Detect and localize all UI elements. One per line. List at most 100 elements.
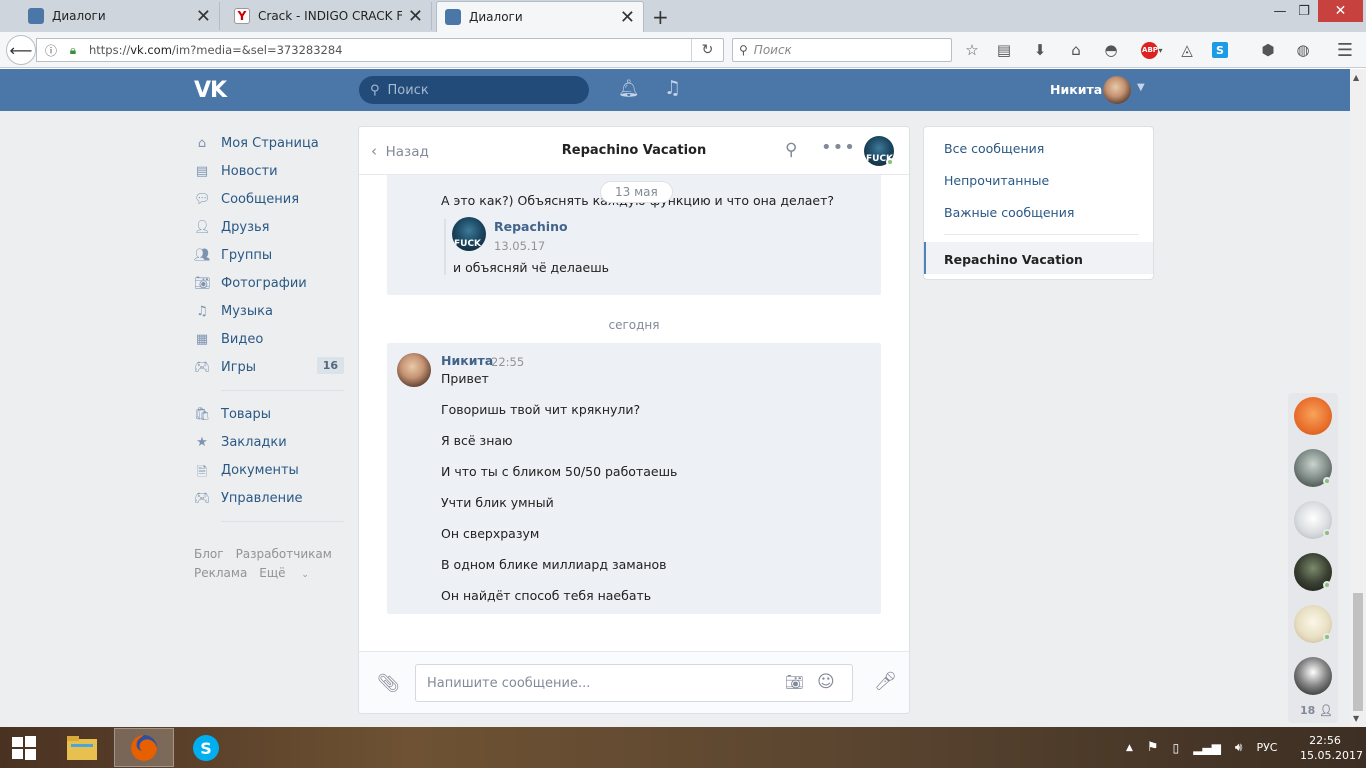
user-name[interactable]: Никита [1050, 82, 1102, 97]
taskbar-skype[interactable]: S [176, 728, 236, 767]
reading-list-icon[interactable]: ▤ [994, 40, 1014, 60]
forwarded-avatar[interactable]: FUCK [452, 217, 486, 251]
vpn-icon[interactable]: ⬢ [1258, 40, 1278, 60]
nav-item-video[interactable]: ▦ Видео [194, 325, 344, 353]
minimize-icon[interactable]: — [1268, 0, 1292, 22]
star-icon[interactable]: ☆ [962, 40, 982, 60]
nav-item-news[interactable]: ▤ Новости [194, 157, 344, 185]
video-icon: ▦ [195, 332, 209, 347]
menu-item-active-chat[interactable]: Repachino Vacation [924, 242, 1153, 274]
fast-chat-avatar[interactable] [1294, 397, 1332, 435]
back-button[interactable]: ⟵ [6, 35, 36, 65]
browser-tab-bar: Диалоги ✕ Y Crack - INDIGO CRACK FREE ✕ … [0, 0, 1366, 32]
taskbar-firefox[interactable] [114, 728, 174, 767]
vk-favicon-icon [445, 9, 461, 25]
close-icon[interactable]: ✕ [196, 6, 211, 27]
message-author[interactable]: Никита [441, 353, 493, 368]
menu-item-important[interactable]: Важные сообщения [944, 205, 1074, 220]
menu-item-unread[interactable]: Непрочитанные [944, 173, 1049, 188]
close-icon[interactable]: ✕ [408, 6, 423, 27]
nav-item-documents[interactable]: 🗎︎ Документы [194, 456, 344, 484]
url-host: vk.com [130, 43, 172, 57]
adblock-icon[interactable]: ABP ▾ [1138, 40, 1166, 60]
music-icon: ♫ [196, 304, 208, 319]
manage-icon: 🎮︎ [194, 491, 211, 506]
search-icon: ⚲ [370, 82, 380, 98]
window-close-icon[interactable]: ✕ [1318, 0, 1363, 22]
start-button[interactable] [0, 728, 48, 767]
chevron-down-icon[interactable]: ▼ [1137, 82, 1145, 93]
home-icon: ⌂ [197, 136, 207, 151]
camera-icon[interactable]: 📷︎ [785, 673, 804, 691]
reload-icon[interactable]: ↻ [691, 39, 723, 61]
microphone-icon[interactable]: 🎤︎ [874, 671, 897, 692]
date-separator: сегодня [608, 318, 660, 332]
menu-icon[interactable]: ☰ [1335, 40, 1355, 61]
signal-icon[interactable]: ▂▄▆ [1193, 741, 1221, 755]
nav-divider [221, 521, 344, 522]
maximize-icon[interactable]: ❐ [1292, 0, 1316, 22]
scroll-down-icon[interactable]: ▼ [1353, 714, 1359, 723]
url-bar[interactable]: ⓘ 🔒︎ https://vk.com/im?media=&sel=373283… [36, 38, 724, 62]
footer-link-ads[interactable]: Реклама [194, 566, 247, 580]
download-icon[interactable]: ⬇ [1030, 40, 1050, 60]
footer-link-blog[interactable]: Блог [194, 547, 224, 561]
flag-icon[interactable]: ⚑ [1147, 740, 1159, 755]
message-time[interactable]: 22:55 [491, 355, 524, 369]
author-avatar[interactable] [397, 353, 431, 387]
browser-tab[interactable]: Y Crack - INDIGO CRACK FREE ✕ [226, 2, 432, 30]
taskbar-explorer[interactable] [52, 728, 112, 767]
nav-item-messages[interactable]: 💬︎ Сообщения [194, 185, 344, 213]
browser-tab-active[interactable]: Диалоги ✕ [436, 1, 644, 32]
nav-item-music[interactable]: ♫ Музыка [194, 297, 344, 325]
clock[interactable]: 22:56 15.05.2017 [1300, 733, 1363, 763]
fast-chat-avatar[interactable] [1294, 657, 1332, 695]
message-group[interactable]: Никита 22:55 Привет Говоришь твой чит кр… [387, 343, 881, 614]
page-scrollbar[interactable]: ▲ ▼ [1350, 69, 1366, 727]
photos-icon: 📷︎ [194, 276, 211, 291]
globe-icon[interactable]: ◍ [1293, 40, 1313, 60]
extension-icon[interactable]: ◬ [1177, 40, 1197, 60]
more-label: Ещё [259, 566, 286, 580]
close-icon[interactable]: ✕ [620, 7, 635, 28]
footer-link-developers[interactable]: Разработчикам [236, 547, 332, 561]
nav-item-bookmarks[interactable]: ★ Закладки [194, 428, 344, 456]
music-note-icon[interactable]: ♫ [664, 77, 681, 99]
nav-item-friends[interactable]: 👤︎ Друзья [194, 213, 344, 241]
menu-divider [944, 234, 1139, 235]
info-icon[interactable]: ⓘ [43, 42, 59, 59]
url-text[interactable]: https://vk.com/im?media=&sel=373283284 [89, 43, 342, 57]
volume-icon[interactable]: 🔊︎ [1235, 740, 1243, 755]
vk-search-input[interactable]: ⚲ Поиск [359, 76, 589, 104]
nav-item-market[interactable]: 🛍︎ Товары [194, 400, 344, 428]
more-icon[interactable]: ••• [821, 137, 856, 158]
nav-item-my-page[interactable]: ⌂ Моя Страница [194, 129, 344, 157]
forwarded-author[interactable]: Repachino [494, 219, 568, 234]
tray-expand-icon[interactable]: ▲ [1126, 743, 1133, 753]
skype-ext-icon[interactable]: S [1210, 40, 1230, 60]
nav-item-manage[interactable]: 🎮︎ Управление [194, 484, 344, 512]
browser-search-input[interactable]: ⚲ Поиск [732, 38, 952, 62]
scrollbar-thumb[interactable] [1353, 593, 1363, 711]
new-tab-icon[interactable]: + [652, 5, 669, 29]
home-icon[interactable]: ⌂ [1066, 40, 1086, 60]
vk-logo[interactable]: VK [194, 78, 227, 103]
emoji-icon[interactable]: ☺ [817, 672, 835, 692]
bell-icon[interactable]: 🔔︎ [618, 79, 640, 99]
avatar[interactable] [1103, 76, 1131, 104]
search-icon[interactable]: ⚲ [785, 140, 797, 160]
friends-online-count[interactable]: 18 👤︎ [1300, 704, 1333, 717]
battery-icon[interactable]: ▯ [1173, 741, 1180, 755]
attach-icon[interactable]: 📎︎ [377, 673, 400, 694]
pocket-icon[interactable]: ◓ [1101, 40, 1121, 60]
language-indicator[interactable]: РУС [1256, 741, 1277, 754]
nav-item-groups[interactable]: 👥︎ Группы [194, 241, 344, 269]
menu-item-all[interactable]: Все сообщения [944, 141, 1044, 156]
browser-tab[interactable]: Диалоги ✕ [20, 2, 220, 30]
nav-item-games[interactable]: 🎮︎ Игры 16 [194, 353, 344, 381]
scroll-up-icon[interactable]: ▲ [1353, 73, 1359, 82]
url-path: /im?media=&sel=373283284 [171, 43, 343, 57]
nav-item-photos[interactable]: 📷︎ Фотографии [194, 269, 344, 297]
chat-header: ‹ Назад Repachino Vacation ⚲ ••• FUCK [359, 127, 909, 175]
footer-link-more[interactable]: Ещё ⌄ [259, 566, 321, 580]
